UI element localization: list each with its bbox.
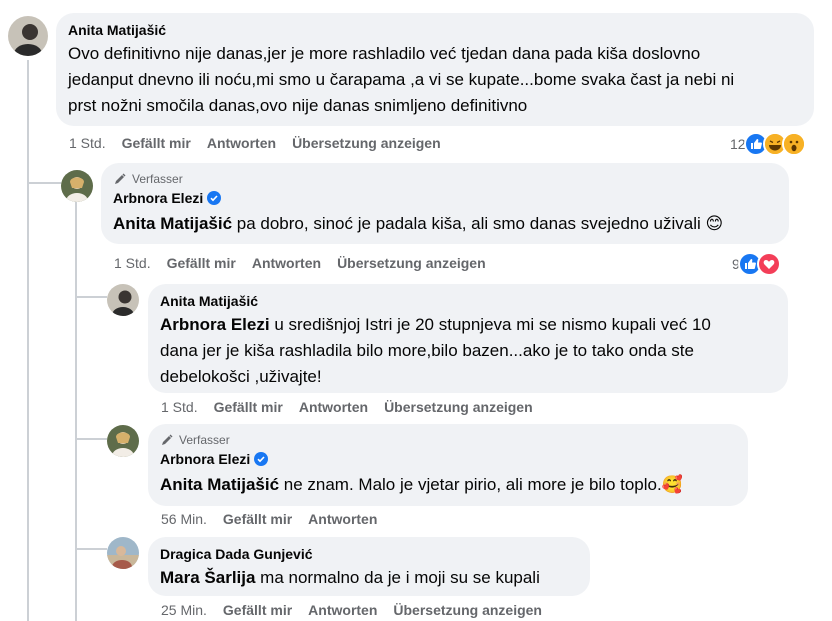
- reply-button[interactable]: Antworten: [207, 134, 276, 152]
- author-badge-label: Verfasser: [132, 172, 183, 186]
- comment-actions: 1 Std. Gefällt mir Antworten Übersetzung…: [161, 398, 549, 416]
- mention-link[interactable]: Anita Matijašić: [113, 214, 232, 233]
- like-button[interactable]: Gefällt mir: [214, 398, 283, 416]
- avatar[interactable]: [107, 537, 139, 569]
- author-badge-label: Verfasser: [179, 433, 230, 447]
- translate-button[interactable]: Übersetzung anzeigen: [337, 254, 486, 272]
- comment-text: jedanput dnevno ili noću,mi smo u čarapa…: [68, 70, 735, 89]
- thread-curve: [27, 182, 61, 184]
- pen-icon: [162, 434, 173, 445]
- comment-bubble: Verfasser Arbnora Elezi Anita Matijašić …: [101, 163, 789, 244]
- timestamp[interactable]: 1 Std.: [69, 134, 106, 152]
- comment-text: Arbnora Elezi u središnjoj Istri je 20 s…: [160, 315, 711, 334]
- thread-line: [27, 60, 29, 621]
- love-icon: [756, 252, 781, 276]
- mention-link[interactable]: Mara Šarlija: [160, 568, 255, 587]
- thread-curve: [75, 548, 107, 550]
- timestamp[interactable]: 1 Std.: [114, 254, 151, 272]
- comment-text: dana jer je kiša rashladila bilo more,bi…: [160, 341, 694, 360]
- author-badge: Verfasser: [113, 171, 777, 187]
- reply-button[interactable]: Antworten: [299, 398, 368, 416]
- comment-author[interactable]: Arbnora Elezi: [113, 189, 203, 207]
- thread-line: [75, 200, 77, 621]
- pen-icon: [115, 173, 126, 184]
- wow-icon: [781, 132, 806, 156]
- comment-bubble: Anita Matijašić Arbnora Elezi u središnj…: [148, 284, 788, 393]
- like-button[interactable]: Gefällt mir: [167, 254, 236, 272]
- comment-author[interactable]: Anita Matijašić: [160, 292, 776, 310]
- comment-actions: 56 Min. Gefällt mir Antworten: [161, 510, 393, 528]
- verified-icon: [254, 452, 269, 466]
- mention-link[interactable]: Arbnora Elezi: [160, 315, 270, 334]
- comment-text: Anita Matijašić pa dobro, sinoć je padal…: [113, 214, 724, 233]
- comment-bubble: Dragica Dada Gunjević Mara Šarlija ma no…: [148, 537, 590, 596]
- avatar[interactable]: [61, 170, 93, 202]
- timestamp[interactable]: 56 Min.: [161, 510, 207, 528]
- mention-link[interactable]: Anita Matijašić: [160, 475, 279, 494]
- author-badge: Verfasser: [160, 432, 736, 448]
- comment-author[interactable]: Arbnora Elezi: [160, 450, 250, 468]
- reaction-summary[interactable]: 9: [732, 252, 781, 276]
- reply-button[interactable]: Antworten: [308, 601, 377, 619]
- translate-button[interactable]: Übersetzung anzeigen: [393, 601, 542, 619]
- avatar[interactable]: [8, 16, 48, 56]
- comment-actions: 25 Min. Gefällt mir Antworten Übersetzun…: [161, 601, 558, 619]
- avatar[interactable]: [107, 284, 139, 316]
- reply-button[interactable]: Antworten: [308, 510, 377, 528]
- verified-icon: [207, 191, 222, 205]
- reply-button[interactable]: Antworten: [252, 254, 321, 272]
- comment-bubble: Verfasser Arbnora Elezi Anita Matijašić …: [148, 424, 748, 506]
- comment-text: Mara Šarlija ma normalno da je i moji su…: [160, 568, 540, 587]
- comment-author[interactable]: Dragica Dada Gunjević: [160, 545, 578, 563]
- comment-bubble: Anita Matijašić Ovo definitivno nije dan…: [56, 13, 814, 126]
- like-button[interactable]: Gefällt mir: [223, 601, 292, 619]
- comment-actions: 1 Std. Gefällt mir Antworten Übersetzung…: [114, 254, 502, 272]
- like-button[interactable]: Gefällt mir: [122, 134, 191, 152]
- avatar[interactable]: [107, 425, 139, 457]
- translate-button[interactable]: Übersetzung anzeigen: [384, 398, 533, 416]
- translate-button[interactable]: Übersetzung anzeigen: [292, 134, 441, 152]
- thread-curve: [75, 296, 107, 298]
- comment-author[interactable]: Anita Matijašić: [68, 21, 802, 39]
- comment-text: prst nožni smočila danas,ovo nije danas …: [68, 96, 528, 115]
- like-button[interactable]: Gefällt mir: [223, 510, 292, 528]
- comment-actions: 1 Std. Gefällt mir Antworten Übersetzung…: [69, 134, 457, 152]
- comment-text: debelokošci ,uživajte!: [160, 367, 322, 386]
- timestamp[interactable]: 25 Min.: [161, 601, 207, 619]
- comment-text: Anita Matijašić ne znam. Malo je vjetar …: [160, 475, 683, 494]
- timestamp[interactable]: 1 Std.: [161, 398, 198, 416]
- thread-curve: [75, 438, 107, 440]
- reaction-summary[interactable]: 12: [730, 132, 806, 156]
- comment-text: Ovo definitivno nije danas,jer je more r…: [68, 44, 701, 63]
